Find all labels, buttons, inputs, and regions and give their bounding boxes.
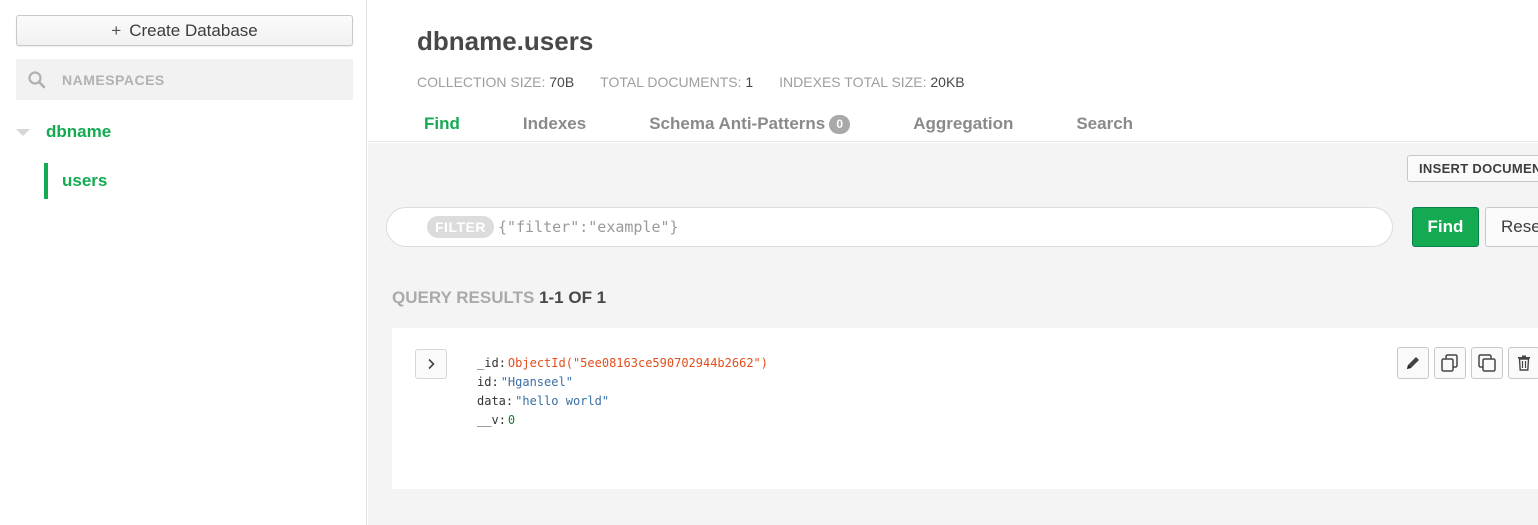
namespace-search-input[interactable]	[62, 71, 322, 88]
sidebar: + Create Database dbname users	[0, 0, 367, 525]
filter-input[interactable]	[497, 218, 1298, 236]
document-card: _id: ObjectId("5ee08163ce590702944b2662")…	[392, 328, 1538, 489]
stat-total-documents: TOTAL DOCUMENTS: 1	[600, 74, 754, 90]
edit-document-button[interactable]	[1397, 347, 1429, 379]
tab-aggregation[interactable]: Aggregation	[913, 114, 1013, 134]
trash-icon	[1518, 355, 1530, 371]
collection-header: dbname.users COLLECTION SIZE: 70B TOTAL …	[368, 0, 1538, 142]
namespace-search	[16, 59, 353, 100]
collection-stats: COLLECTION SIZE: 70B TOTAL DOCUMENTS: 1 …	[417, 74, 991, 90]
tab-find[interactable]: Find	[424, 114, 460, 134]
caret-down-icon[interactable]	[16, 128, 30, 136]
search-icon	[28, 70, 46, 88]
collection-name: users	[62, 171, 108, 190]
copy-document-button[interactable]	[1434, 347, 1466, 379]
chevron-right-icon	[428, 358, 435, 370]
filter-bar: FILTER	[386, 207, 1393, 247]
insert-document-button[interactable]: INSERT DOCUMENT	[1407, 155, 1538, 182]
tab-search[interactable]: Search	[1076, 114, 1133, 134]
results-count: 1-1 OF 1	[539, 288, 607, 307]
count-badge: 0	[829, 114, 851, 134]
stat-indexes-total-size: INDEXES TOTAL SIZE: 20KB	[779, 74, 965, 90]
tab-indexes[interactable]: Indexes	[523, 114, 586, 134]
plus-icon: +	[111, 20, 122, 40]
reset-button[interactable]: Reset	[1485, 207, 1538, 247]
database-name: dbname	[46, 122, 112, 141]
document-field: __v: 0	[477, 413, 516, 427]
create-database-label: Create Database	[129, 20, 258, 40]
tab-bar: Find Indexes Schema Anti-Patterns 0 Aggre…	[408, 114, 1133, 134]
document-field: _id: ObjectId("5ee08163ce590702944b2662")	[477, 356, 769, 370]
pencil-icon	[1407, 357, 1419, 369]
query-results-label: QUERY RESULTS 1-1 OF 1	[392, 288, 607, 307]
find-button[interactable]: Find	[1412, 207, 1479, 247]
sidebar-collection-users[interactable]: users	[44, 163, 107, 199]
page-title: dbname.users	[417, 26, 594, 56]
filter-label: FILTER	[427, 216, 494, 238]
documents-panel: INSERT DOCUMENT FILTER Find Reset QUERY …	[368, 143, 1538, 525]
sidebar-database-dbname[interactable]: dbname	[16, 122, 111, 142]
tab-schema-anti-patterns[interactable]: Schema Anti-Patterns 0	[649, 114, 851, 134]
clone-document-button[interactable]	[1471, 347, 1503, 379]
create-database-button[interactable]: + Create Database	[16, 15, 353, 46]
clone-icon	[1478, 354, 1496, 372]
delete-document-button[interactable]	[1508, 347, 1538, 379]
document-field: id: "Hganseel"	[477, 375, 573, 389]
document-field: data: "hello world"	[477, 394, 610, 408]
copy-icon	[1441, 354, 1458, 372]
document-actions	[1397, 347, 1538, 379]
expand-document-button[interactable]	[415, 349, 447, 379]
document-fields: _id: ObjectId("5ee08163ce590702944b2662")…	[477, 354, 768, 430]
stat-collection-size: COLLECTION SIZE: 70B	[417, 74, 575, 90]
